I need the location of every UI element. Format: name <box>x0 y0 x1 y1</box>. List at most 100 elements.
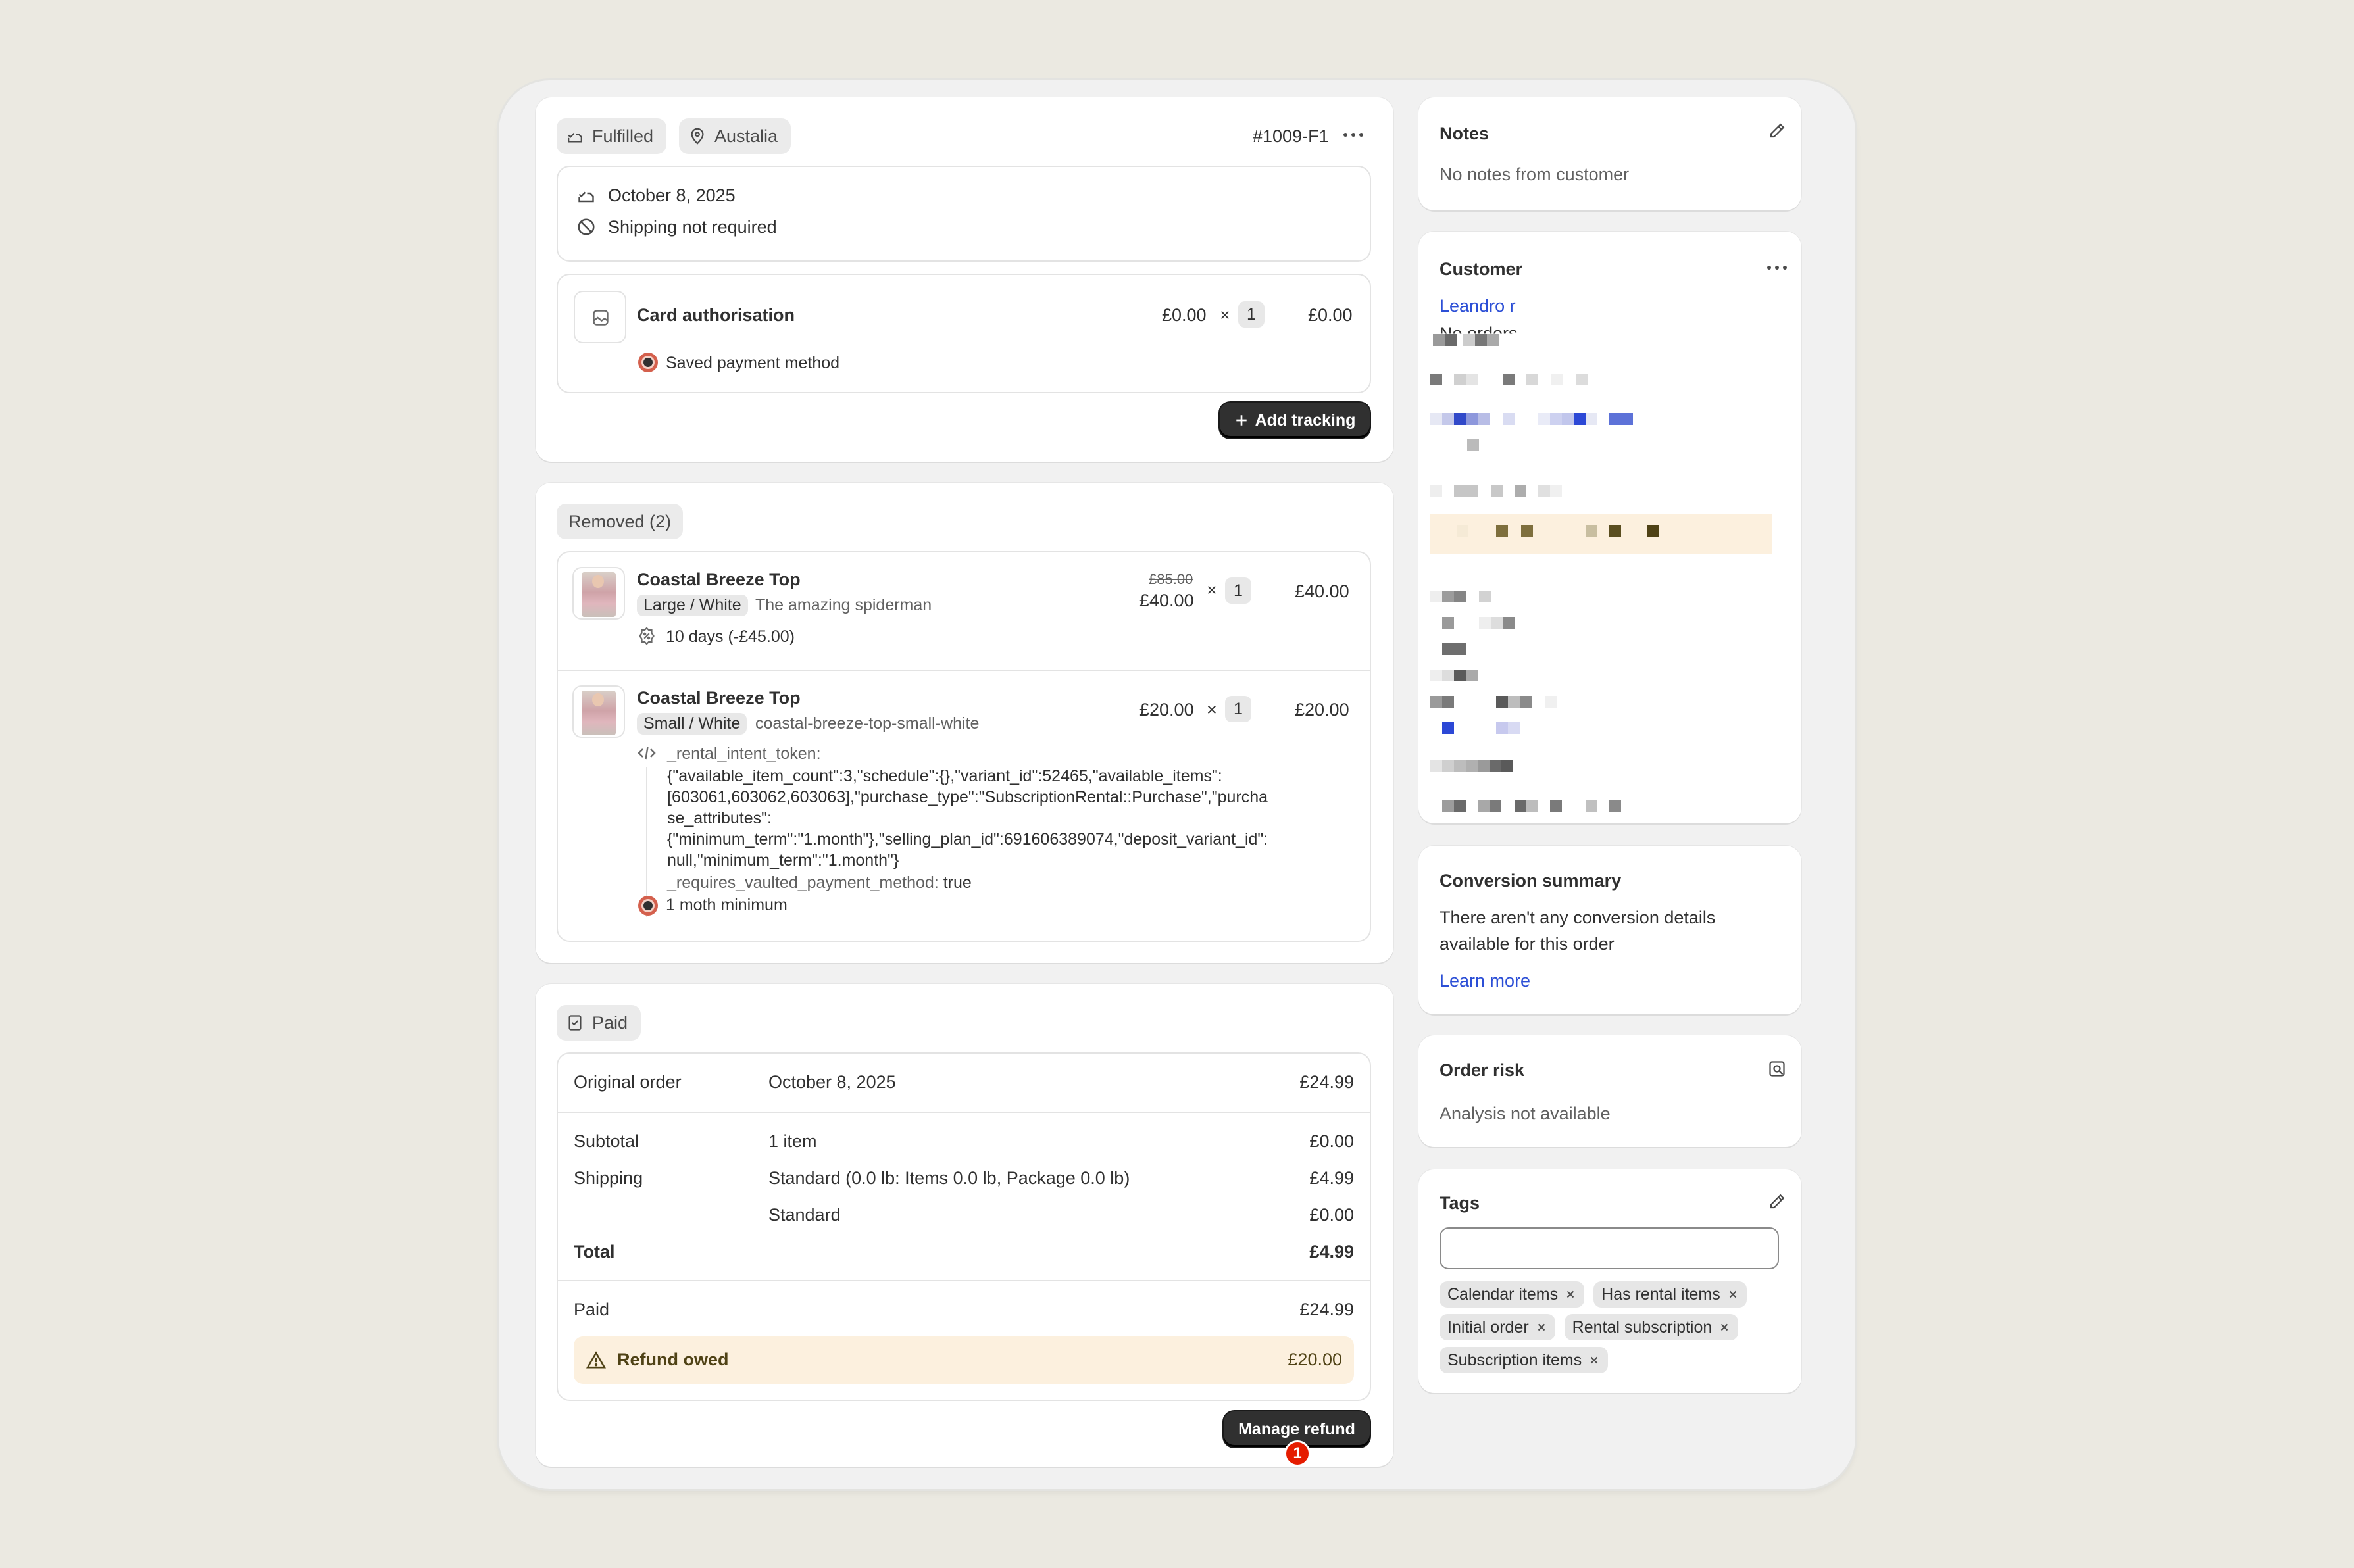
item-divider <box>558 670 1370 671</box>
edit-pencil-icon[interactable] <box>1767 121 1787 141</box>
product-sku: coastal-breeze-top-small-white <box>755 714 980 733</box>
original-order-date: October 8, 2025 <box>768 1072 896 1092</box>
total-amount: £4.99 <box>1309 1242 1354 1262</box>
learn-more-link[interactable]: Learn more <box>1440 971 1530 991</box>
property-line: {"available_item_count":3,"schedule":{},… <box>667 767 1222 785</box>
tag-chip: Calendar items <box>1440 1281 1585 1308</box>
order-risk-text: Analysis not available <box>1440 1104 1611 1123</box>
subtotal-desc: 1 item <box>768 1131 817 1151</box>
receipt-check-icon <box>568 1015 582 1031</box>
customer-name-link[interactable]: Leandro r <box>1440 296 1516 316</box>
remove-tag-icon[interactable] <box>1536 1321 1547 1333</box>
vaulted-key: _requires_vaulted_payment_method: <box>667 873 939 892</box>
edit-pencil-icon[interactable] <box>1767 1192 1787 1212</box>
fulfilled-label: Fulfilled <box>592 126 654 146</box>
order-page-frame: Fulfilled Austalia #1009-F1 October 8, 2… <box>499 80 1855 1489</box>
tags-input[interactable] <box>1440 1227 1779 1269</box>
property-line: [603061,603062,603063],"purchase_type":"… <box>667 788 1268 806</box>
tag-chip: Subscription items <box>1440 1347 1609 1373</box>
tag-label: Subscription items <box>1447 1350 1582 1369</box>
shipping-label: Shipping <box>574 1168 643 1188</box>
paid-row-amount: £24.99 <box>1299 1300 1354 1319</box>
item-name[interactable]: Card authorisation <box>637 305 795 326</box>
location-pin-icon <box>691 128 704 145</box>
tag-label: Calendar items <box>1447 1285 1559 1304</box>
property-key: _rental_intent_token: <box>667 745 821 763</box>
add-tracking-label: Add tracking <box>1255 410 1356 429</box>
item-image-placeholder <box>574 291 626 343</box>
customer-details-redacted <box>1430 330 1786 812</box>
notes-card: Notes No notes from customer <box>1418 97 1801 210</box>
tag-chip: Initial order <box>1440 1314 1555 1340</box>
fulfillment-details-box: October 8, 2025 Shipping not required <box>557 166 1371 262</box>
original-order-label: Original order <box>574 1072 682 1092</box>
minimum-term: 1 moth minimum <box>666 896 788 914</box>
product-sku: The amazing spiderman <box>755 596 932 614</box>
conversion-title: Conversion summary <box>1440 871 1622 891</box>
notes-title: Notes <box>1440 124 1490 143</box>
product-thumbnail <box>572 685 625 738</box>
removed-badge: Removed (2) <box>557 504 684 539</box>
vaulted-value: true <box>943 873 972 892</box>
variant-badge: Small / White <box>637 713 747 735</box>
subtotal-label: Subtotal <box>574 1131 639 1151</box>
item-unit-price: £0.00 <box>1162 305 1207 325</box>
location-label: Austalia <box>714 126 778 146</box>
fulfillment-card: Fulfilled Austalia #1009-F1 October 8, 2… <box>536 97 1393 462</box>
summary-divider <box>558 1280 1370 1281</box>
item-times: × <box>1207 700 1217 720</box>
tags-title: Tags <box>1440 1193 1480 1213</box>
tag-label: Initial order <box>1447 1317 1529 1336</box>
item-price: £20.00 <box>1139 700 1194 720</box>
code-icon <box>638 747 656 760</box>
image-placeholder-icon <box>593 310 609 326</box>
variant-badge: Large / White <box>637 595 748 616</box>
shipping-desc: Standard (0.0 lb: Items 0.0 lb, Package … <box>768 1168 1130 1188</box>
original-order-amount: £24.99 <box>1299 1072 1354 1092</box>
subscription-icon <box>638 896 658 916</box>
order-risk-card: Order risk Analysis not available <box>1418 1035 1801 1147</box>
original-price: £85.00 <box>1149 571 1193 587</box>
payment-method: Saved payment method <box>666 354 840 372</box>
remove-tag-icon[interactable] <box>1718 1321 1730 1333</box>
item-total: £40.00 <box>1295 581 1349 601</box>
paid-label: Paid <box>592 1012 628 1033</box>
property-line: se_attributes": <box>667 809 772 827</box>
tags-list: Calendar items Has rental items Initial … <box>1440 1281 1782 1373</box>
conversion-text-line1: There aren't any conversion details <box>1440 908 1716 927</box>
remove-tag-icon[interactable] <box>1588 1354 1600 1366</box>
payment-summary-box: Original order October 8, 2025 £24.99 Su… <box>557 1052 1371 1401</box>
conversion-text-line2: available for this order <box>1440 934 1615 954</box>
fulfilled-icon <box>568 133 582 143</box>
shipping-desc-2: Standard <box>768 1205 841 1225</box>
remove-tag-icon[interactable] <box>1565 1288 1576 1300</box>
subscription-icon <box>638 353 658 372</box>
removed-label: Removed (2) <box>568 511 672 531</box>
payment-card: Paid Original order October 8, 2025 £24.… <box>536 984 1393 1467</box>
order-risk-title: Order risk <box>1440 1060 1525 1080</box>
removed-items-list: Coastal Breeze Top Large / White The ama… <box>557 551 1371 942</box>
product-name[interactable]: Coastal Breeze Top <box>637 570 801 590</box>
property-line: {"minimum_term":"1.month"},"selling_plan… <box>667 830 1268 848</box>
refund-owed-label: Refund owed <box>617 1350 729 1369</box>
tag-chip: Has rental items <box>1593 1281 1747 1308</box>
add-tracking-button[interactable]: Add tracking <box>1220 403 1370 438</box>
remove-tag-icon[interactable] <box>1727 1288 1739 1300</box>
fulfillment-order-number: #1009-F1 <box>1253 126 1329 146</box>
risk-analysis-icon[interactable] <box>1767 1059 1787 1079</box>
discount-icon <box>639 627 655 645</box>
total-label: Total <box>574 1242 615 1262</box>
shipping-note: Shipping not required <box>608 217 777 237</box>
plus-icon <box>1236 415 1247 426</box>
property-value: {"available_item_count":3,"schedule":{},… <box>667 766 1268 871</box>
refund-owed-amount: £20.00 <box>1288 1350 1342 1369</box>
more-actions-icon[interactable] <box>1343 133 1363 137</box>
card-authorisation-item: Card authorisation £0.00 × 1 £0.00 Saved… <box>557 274 1371 393</box>
no-shipping-icon <box>578 218 595 235</box>
property-rule <box>646 767 647 917</box>
vaulted-property: _requires_vaulted_payment_method: true <box>667 873 972 893</box>
item-times: × <box>1220 305 1230 325</box>
product-name[interactable]: Coastal Breeze Top <box>637 688 801 708</box>
subtotal-amount: £0.00 <box>1309 1131 1354 1151</box>
more-actions-icon[interactable] <box>1767 266 1787 270</box>
